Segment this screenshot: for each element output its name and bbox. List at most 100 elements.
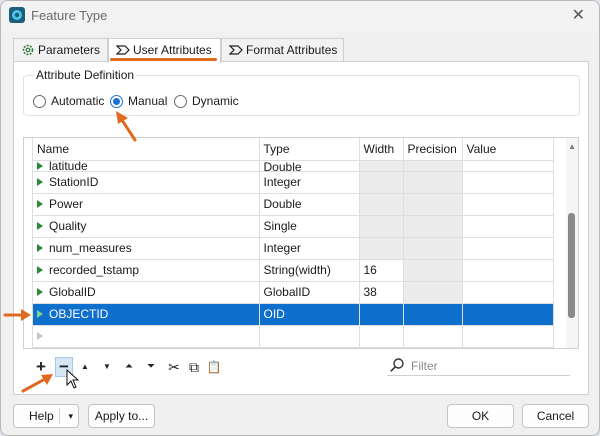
- cell-name[interactable]: GlobalID: [33, 281, 260, 304]
- cell-type[interactable]: [259, 325, 360, 348]
- move-to-top-button[interactable]: ⏶: [120, 357, 138, 377]
- column-header-type[interactable]: Type: [259, 138, 360, 161]
- tab-label: User Attributes: [133, 43, 212, 57]
- tab-parameters[interactable]: Parameters: [13, 38, 108, 62]
- cell-name[interactable]: recorded_tstamp: [33, 259, 260, 282]
- cut-button[interactable]: ✂: [165, 357, 183, 377]
- cancel-button[interactable]: Cancel: [522, 404, 589, 428]
- cell-name[interactable]: [33, 325, 260, 348]
- table-row-new[interactable]: [33, 325, 554, 348]
- feature-type-dialog: Feature Type ✕ Parameters User Attribute…: [0, 0, 600, 436]
- radio-circle-selected: [110, 95, 123, 108]
- cell-value[interactable]: [462, 325, 554, 348]
- attribute-definition-title: Attribute Definition: [34, 68, 137, 82]
- column-header-name[interactable]: Name: [33, 138, 260, 161]
- copy-button[interactable]: ⧉: [185, 357, 203, 377]
- cell-type[interactable]: Double: [259, 193, 360, 216]
- tab-label: Format Attributes: [246, 43, 338, 57]
- cell-precision: [403, 160, 463, 172]
- paste-button[interactable]: 📋: [205, 357, 223, 377]
- table-row[interactable]: latitude Double: [33, 160, 554, 172]
- cell-value[interactable]: [462, 160, 554, 172]
- table-row[interactable]: GlobalID GlobalID 38: [33, 281, 554, 304]
- user-attributes-panel: Attribute Definition Automatic Manual Dy…: [13, 61, 589, 395]
- ok-button[interactable]: OK: [447, 404, 514, 428]
- row-arrow-icon: [37, 332, 43, 340]
- app-icon: [9, 7, 25, 23]
- gear-icon: [22, 44, 34, 56]
- filter-input[interactable]: [409, 357, 564, 374]
- cell-width[interactable]: 38: [359, 281, 404, 304]
- cell-text: Power: [49, 197, 84, 211]
- table-row[interactable]: Power Double: [33, 193, 554, 216]
- cell-precision: [403, 281, 463, 304]
- radio-label: Automatic: [51, 94, 105, 108]
- cell-width[interactable]: [359, 325, 404, 348]
- filter-field[interactable]: [387, 356, 570, 376]
- cell-type[interactable]: Double: [259, 160, 360, 172]
- table-header: Name Type Width Precision Value: [33, 138, 554, 161]
- help-button[interactable]: Help ▾: [13, 404, 79, 428]
- table-row[interactable]: StationID Integer: [33, 171, 554, 194]
- cell-name[interactable]: Power: [33, 193, 260, 216]
- cell-name[interactable]: latitude: [33, 160, 260, 172]
- radio-label: Dynamic: [192, 94, 239, 108]
- cell-type[interactable]: String(width): [259, 259, 360, 282]
- add-row-button[interactable]: +: [32, 357, 50, 377]
- cell-precision: [403, 303, 463, 326]
- table-row-selected[interactable]: OBJECTID OID: [33, 303, 554, 326]
- table-row[interactable]: Quality Single: [33, 215, 554, 238]
- help-label: Help: [29, 409, 54, 423]
- search-icon: [390, 358, 404, 372]
- row-arrow-icon: [37, 200, 43, 208]
- cell-value[interactable]: [462, 215, 554, 238]
- move-to-bottom-button[interactable]: ⏷: [142, 357, 160, 377]
- table-row[interactable]: recorded_tstamp String(width) 16: [33, 259, 554, 282]
- move-up-button[interactable]: ▲: [76, 357, 94, 377]
- remove-row-button[interactable]: −: [55, 357, 73, 377]
- chevron-down-icon[interactable]: ▾: [68, 405, 73, 427]
- scrollbar-thumb[interactable]: [568, 213, 575, 318]
- cell-name[interactable]: StationID: [33, 171, 260, 194]
- column-header-value[interactable]: Value: [462, 138, 554, 161]
- cell-value[interactable]: [462, 171, 554, 194]
- cell-name[interactable]: OBJECTID: [33, 303, 260, 326]
- cell-text: OBJECTID: [49, 307, 109, 321]
- row-arrow-icon: [37, 288, 43, 296]
- cell-type[interactable]: Single: [259, 215, 360, 238]
- cell-type[interactable]: OID: [259, 303, 360, 326]
- cell-width: [359, 171, 404, 194]
- column-header-precision[interactable]: Precision: [403, 138, 463, 161]
- tab-format-attributes[interactable]: Format Attributes: [221, 38, 344, 62]
- active-tab-underline: [110, 58, 217, 61]
- cell-precision: [403, 259, 463, 282]
- cell-type[interactable]: Integer: [259, 237, 360, 260]
- cell-precision[interactable]: [403, 325, 463, 348]
- attribute-icon: [116, 45, 130, 55]
- row-arrow-icon: [37, 244, 43, 252]
- vertical-scrollbar[interactable]: ▲: [566, 138, 578, 348]
- cell-type[interactable]: GlobalID: [259, 281, 360, 304]
- close-icon[interactable]: ✕: [572, 5, 585, 25]
- cell-width[interactable]: 16: [359, 259, 404, 282]
- cell-precision: [403, 193, 463, 216]
- cell-type[interactable]: Integer: [259, 171, 360, 194]
- cell-value[interactable]: [462, 193, 554, 216]
- cell-precision: [403, 171, 463, 194]
- scroll-up-icon[interactable]: ▲: [568, 142, 576, 151]
- move-down-button[interactable]: ▼: [98, 357, 116, 377]
- cell-precision: [403, 237, 463, 260]
- attribute-table: Name Type Width Precision Value latitude…: [23, 137, 579, 349]
- cell-value[interactable]: [462, 259, 554, 282]
- apply-to-button[interactable]: Apply to...: [88, 404, 155, 428]
- table-row[interactable]: num_measures Integer: [33, 237, 554, 260]
- cell-value[interactable]: [462, 281, 554, 304]
- cell-name[interactable]: num_measures: [33, 237, 260, 260]
- row-arrow-icon: [37, 266, 43, 274]
- cell-value[interactable]: [462, 303, 554, 326]
- row-header-strip: [24, 138, 33, 348]
- cell-name[interactable]: Quality: [33, 215, 260, 238]
- cell-value[interactable]: [462, 237, 554, 260]
- radio-circle: [33, 95, 46, 108]
- column-header-width[interactable]: Width: [359, 138, 404, 161]
